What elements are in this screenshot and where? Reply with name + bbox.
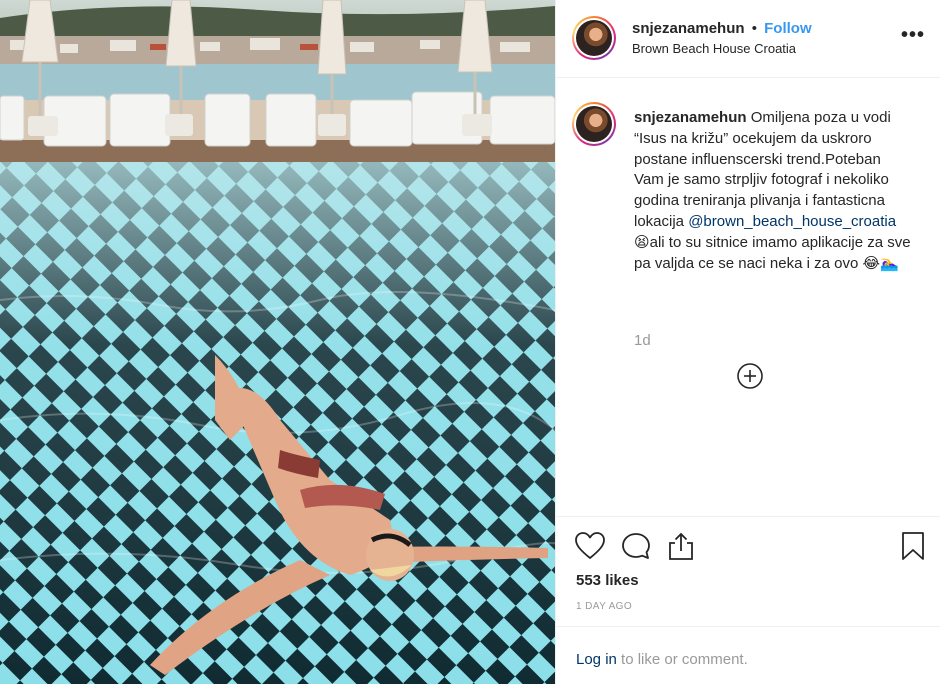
likes-count[interactable]: 553 likes [576,572,639,589]
pool-photo [0,0,555,684]
comments-section: snjezanamehun Omiljena poza u vodi “Isus… [556,78,940,516]
location-link[interactable]: Brown Beach House Croatia [632,41,796,56]
post-date: 1 DAY AGO [576,601,633,612]
post-image[interactable] [0,0,555,684]
caption-text-continued: 😫ali to su sitnice imamo aplikacije za s… [634,233,911,272]
login-bar: Log in to like or comment. [556,626,940,684]
login-prompt: Log in to like or comment. [576,651,748,668]
separator-dot: • [751,20,757,37]
caption-avatar[interactable] [572,102,616,146]
post-sidebar: snjezanamehun • Follow Brown Beach House… [555,0,940,684]
load-more-comments-icon[interactable] [736,362,764,395]
header-username[interactable]: snjezanamehun [632,20,745,37]
post-header: snjezanamehun • Follow Brown Beach House… [556,0,940,78]
avatar[interactable] [572,16,616,60]
header-user-line: snjezanamehun • Follow [632,20,812,37]
share-icon[interactable] [666,531,696,566]
caption: snjezanamehun Omiljena poza u vodi “Isus… [634,108,914,274]
bookmark-icon[interactable] [900,531,926,566]
login-link[interactable]: Log in [576,651,617,668]
mention-link[interactable]: @brown_beach_house_croatia [688,213,896,230]
more-options-icon[interactable]: ••• [901,24,925,47]
follow-button[interactable]: Follow [764,20,812,37]
caption-username[interactable]: snjezanamehun [634,109,747,126]
login-prompt-text: to like or comment. [616,651,748,668]
action-bar: 553 likes 1 DAY AGO [556,516,940,626]
caption-timestamp: 1d [634,332,651,349]
heart-icon[interactable] [574,531,606,566]
caption-text: Omiljena poza u vodi “Isus na križu” oce… [634,109,891,230]
comment-icon[interactable] [620,531,652,566]
